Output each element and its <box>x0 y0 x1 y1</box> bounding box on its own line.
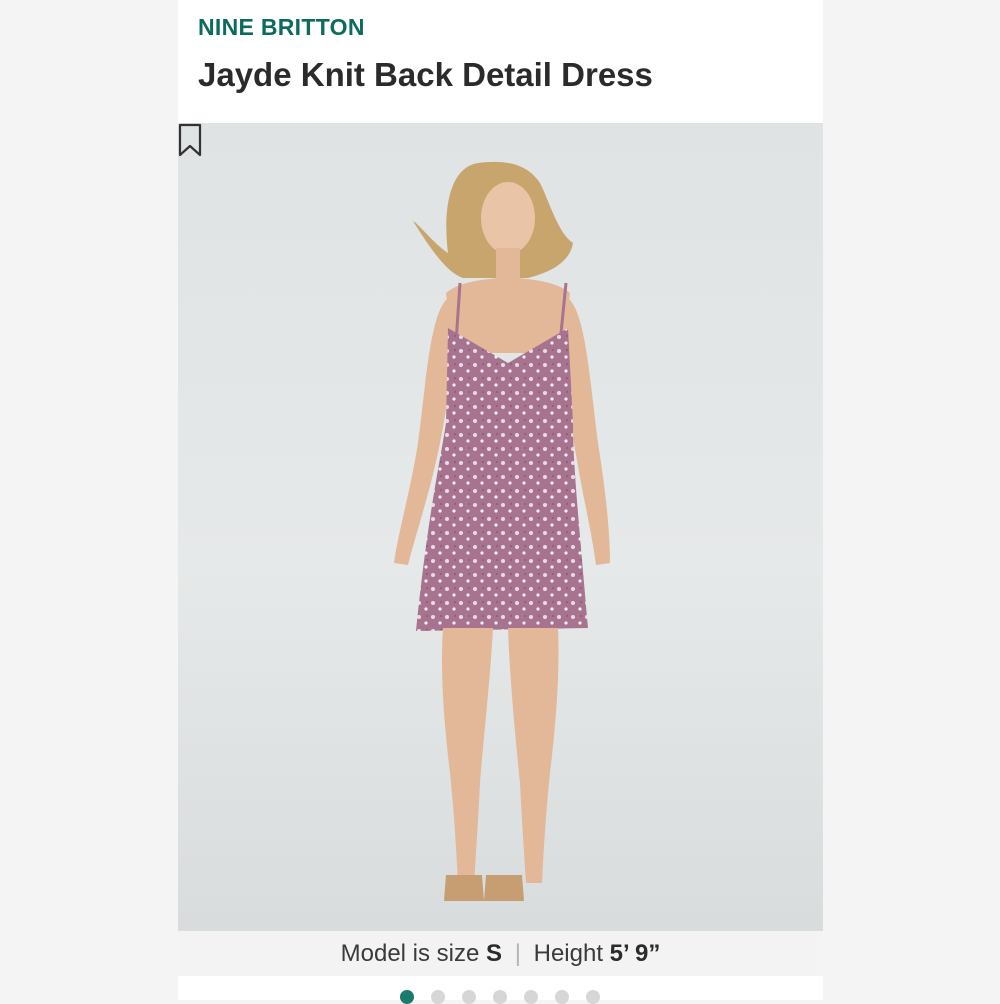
carousel-dot[interactable] <box>555 990 569 1004</box>
brand-name[interactable]: NINE BRITTON <box>198 14 365 41</box>
carousel-dot[interactable] <box>493 990 507 1004</box>
model-photo-illustration <box>394 161 610 901</box>
model-size-value: S <box>486 940 503 967</box>
bookmark-icon[interactable] <box>178 123 202 157</box>
caption-separator: | <box>514 940 521 967</box>
carousel-dot[interactable] <box>462 990 476 1004</box>
model-height-value: 5’ 9” <box>609 940 661 967</box>
carousel-dots <box>400 990 600 1004</box>
product-card: NINE BRITTON Jayde Knit Back Detail Dres… <box>178 0 823 1000</box>
product-title: Jayde Knit Back Detail Dress <box>198 56 653 93</box>
model-size-caption: Model is size S | Height 5’ 9” <box>178 931 823 976</box>
carousel-dot[interactable] <box>431 990 445 1004</box>
carousel-dot[interactable] <box>400 990 414 1004</box>
model-height-label: Height <box>533 940 603 967</box>
product-image[interactable] <box>178 123 823 931</box>
carousel-dot[interactable] <box>524 990 538 1004</box>
carousel-dot[interactable] <box>586 990 600 1004</box>
model-size-label: Model is size <box>340 940 480 967</box>
